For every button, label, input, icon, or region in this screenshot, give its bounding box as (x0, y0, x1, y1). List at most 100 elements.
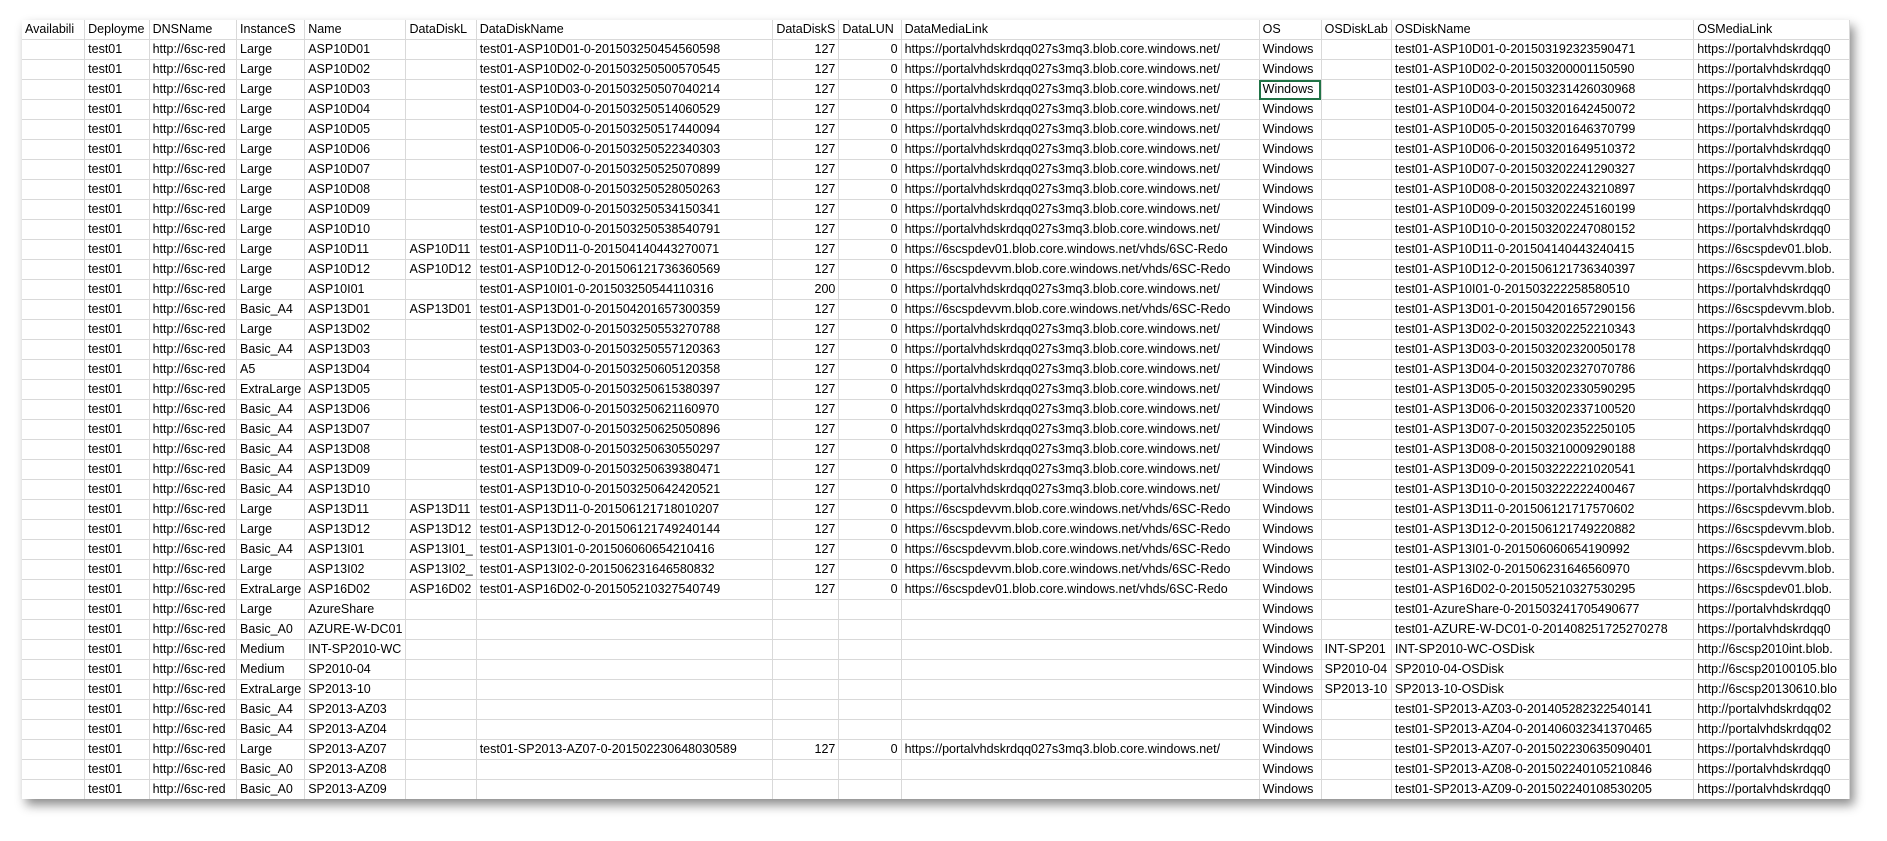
cell-deployment[interactable]: test01 (84, 119, 150, 140)
cell-data-disk-size[interactable]: 127 (772, 319, 840, 340)
cell-instance-size[interactable]: Basic_A0 (236, 759, 306, 780)
cell-instance-size[interactable]: Large (236, 519, 306, 540)
cell-data-disk-label[interactable] (405, 639, 477, 660)
column-header-data-disk-size[interactable]: DataDiskS (772, 20, 840, 40)
cell-name[interactable]: ASP13D09 (304, 459, 407, 480)
cell-os-disk-name[interactable]: test01-ASP10D04-0-201503201642450072 (1391, 99, 1695, 120)
cell-os-disk-name[interactable]: test01-ASP13D03-0-201503202320050178 (1391, 339, 1695, 360)
cell-data-disk-name[interactable]: test01-ASP13D06-0-201503250621160970 (476, 399, 774, 420)
column-header-data-disk-label[interactable]: DataDiskL (405, 20, 477, 40)
cell-os[interactable]: Windows (1259, 79, 1322, 100)
cell-data-media-link[interactable]: https://portalvhdskrdqq027s3mq3.blob.cor… (901, 279, 1260, 300)
cell-data-disk-name[interactable]: test01-ASP10D04-0-201503250514060529 (476, 99, 774, 120)
cell-os-disk-label[interactable] (1321, 399, 1392, 420)
cell-name[interactable]: ASP16D02 (304, 579, 407, 600)
cell-os-media-link[interactable]: http://6scsp20130610.blo (1693, 679, 1850, 700)
cell-data-lun[interactable]: 0 (838, 339, 902, 360)
cell-data-lun[interactable]: 0 (838, 519, 902, 540)
cell-dns-name[interactable]: http://6sc-red (149, 39, 238, 60)
cell-data-media-link[interactable]: https://portalvhdskrdqq027s3mq3.blob.cor… (901, 99, 1260, 120)
cell-data-disk-name[interactable] (476, 639, 774, 660)
cell-os[interactable]: Windows (1259, 199, 1322, 220)
cell-name[interactable]: ASP13D07 (304, 419, 407, 440)
cell-os[interactable]: Windows (1259, 479, 1322, 500)
cell-deployment[interactable]: test01 (84, 239, 150, 260)
cell-name[interactable]: ASP10D02 (304, 59, 407, 80)
cell-name[interactable]: SP2013-AZ03 (304, 699, 407, 720)
cell-data-disk-label[interactable]: ASP13I01_ (405, 539, 477, 560)
cell-data-lun[interactable] (838, 619, 902, 640)
cell-instance-size[interactable]: Large (236, 59, 306, 80)
cell-os-disk-label[interactable] (1321, 319, 1392, 340)
cell-os-media-link[interactable]: https://portalvhdskrdqq0 (1693, 779, 1850, 799)
cell-dns-name[interactable]: http://6sc-red (149, 299, 238, 320)
cell-os-disk-label[interactable]: SP2010-04 (1321, 659, 1392, 680)
cell-data-disk-name[interactable]: test01-ASP10D02-0-201503250500570545 (476, 59, 774, 80)
cell-os-media-link[interactable]: http://6scsp20100105.blo (1693, 659, 1850, 680)
cell-data-disk-size[interactable]: 127 (772, 59, 840, 80)
cell-os-media-link[interactable]: https://6scspdevvm.blob. (1693, 259, 1850, 280)
cell-data-media-link[interactable]: https://portalvhdskrdqq027s3mq3.blob.cor… (901, 379, 1260, 400)
cell-os-disk-name[interactable]: test01-ASP10D03-0-201503231426030968 (1391, 79, 1695, 100)
cell-os-disk-label[interactable] (1321, 39, 1392, 60)
cell-data-media-link[interactable]: https://6scspdev01.blob.core.windows.net… (901, 579, 1260, 600)
cell-dns-name[interactable]: http://6sc-red (149, 279, 238, 300)
cell-name[interactable]: ASP13I01 (304, 539, 407, 560)
column-header-availability[interactable]: Availabili (22, 20, 86, 40)
cell-os-disk-label[interactable] (1321, 119, 1392, 140)
cell-instance-size[interactable]: Large (236, 139, 306, 160)
cell-os[interactable]: Windows (1259, 379, 1322, 400)
cell-availability[interactable] (22, 179, 86, 200)
cell-os[interactable]: Windows (1259, 719, 1322, 740)
cell-data-disk-label[interactable] (405, 659, 477, 680)
cell-data-disk-name[interactable] (476, 759, 774, 780)
cell-os[interactable]: Windows (1259, 679, 1322, 700)
cell-data-disk-label[interactable] (405, 339, 477, 360)
cell-os-media-link[interactable]: https://6scspdevvm.blob. (1693, 539, 1850, 560)
cell-dns-name[interactable]: http://6sc-red (149, 599, 238, 620)
cell-os-disk-name[interactable]: test01-ASP13D10-0-201503222222400467 (1391, 479, 1695, 500)
cell-instance-size[interactable]: Basic_A4 (236, 459, 306, 480)
cell-deployment[interactable]: test01 (84, 719, 150, 740)
cell-deployment[interactable]: test01 (84, 219, 150, 240)
cell-dns-name[interactable]: http://6sc-red (149, 739, 238, 760)
cell-data-disk-size[interactable]: 127 (772, 439, 840, 460)
cell-os-media-link[interactable]: https://portalvhdskrdqq0 (1693, 219, 1850, 240)
cell-data-disk-label[interactable] (405, 759, 477, 780)
cell-os-disk-label[interactable] (1321, 279, 1392, 300)
cell-dns-name[interactable]: http://6sc-red (149, 319, 238, 340)
cell-deployment[interactable]: test01 (84, 159, 150, 180)
cell-os[interactable]: Windows (1259, 519, 1322, 540)
cell-dns-name[interactable]: http://6sc-red (149, 199, 238, 220)
cell-os-disk-name[interactable]: test01-ASP13D12-0-201506121749220882 (1391, 519, 1695, 540)
cell-data-disk-name[interactable]: test01-ASP10D08-0-201503250528050263 (476, 179, 774, 200)
cell-deployment[interactable]: test01 (84, 679, 150, 700)
cell-os[interactable]: Windows (1259, 759, 1322, 780)
cell-availability[interactable] (22, 419, 86, 440)
cell-os-disk-name[interactable]: test01-ASP10D02-0-201503200001150590 (1391, 59, 1695, 80)
cell-name[interactable]: ASP13D06 (304, 399, 407, 420)
cell-instance-size[interactable]: Basic_A4 (236, 479, 306, 500)
cell-data-disk-label[interactable]: ASP16D02 (405, 579, 477, 600)
cell-os-disk-name[interactable]: test01-ASP16D02-0-201505210327530295 (1391, 579, 1695, 600)
cell-data-media-link[interactable]: https://portalvhdskrdqq027s3mq3.blob.cor… (901, 339, 1260, 360)
cell-availability[interactable] (22, 159, 86, 180)
cell-data-disk-label[interactable] (405, 39, 477, 60)
cell-availability[interactable] (22, 719, 86, 740)
cell-os-disk-name[interactable]: test01-SP2013-AZ04-0-201406032341370465 (1391, 719, 1695, 740)
cell-availability[interactable] (22, 79, 86, 100)
cell-data-lun[interactable]: 0 (838, 79, 902, 100)
cell-os-media-link[interactable]: https://6scspdev01.blob. (1693, 579, 1850, 600)
cell-data-media-link[interactable]: https://portalvhdskrdqq027s3mq3.blob.cor… (901, 199, 1260, 220)
cell-dns-name[interactable]: http://6sc-red (149, 439, 238, 460)
cell-data-lun[interactable]: 0 (838, 139, 902, 160)
cell-data-disk-size[interactable]: 127 (772, 119, 840, 140)
cell-name[interactable]: AzureShare (304, 599, 407, 620)
cell-os[interactable]: Windows (1259, 619, 1322, 640)
cell-data-disk-size[interactable]: 127 (772, 399, 840, 420)
cell-data-media-link[interactable]: https://6scspdevvm.blob.core.windows.net… (901, 259, 1260, 280)
cell-data-media-link[interactable]: https://portalvhdskrdqq027s3mq3.blob.cor… (901, 399, 1260, 420)
cell-data-lun[interactable]: 0 (838, 399, 902, 420)
cell-data-disk-size[interactable]: 127 (772, 419, 840, 440)
cell-os-media-link[interactable]: https://6scspdevvm.blob. (1693, 299, 1850, 320)
